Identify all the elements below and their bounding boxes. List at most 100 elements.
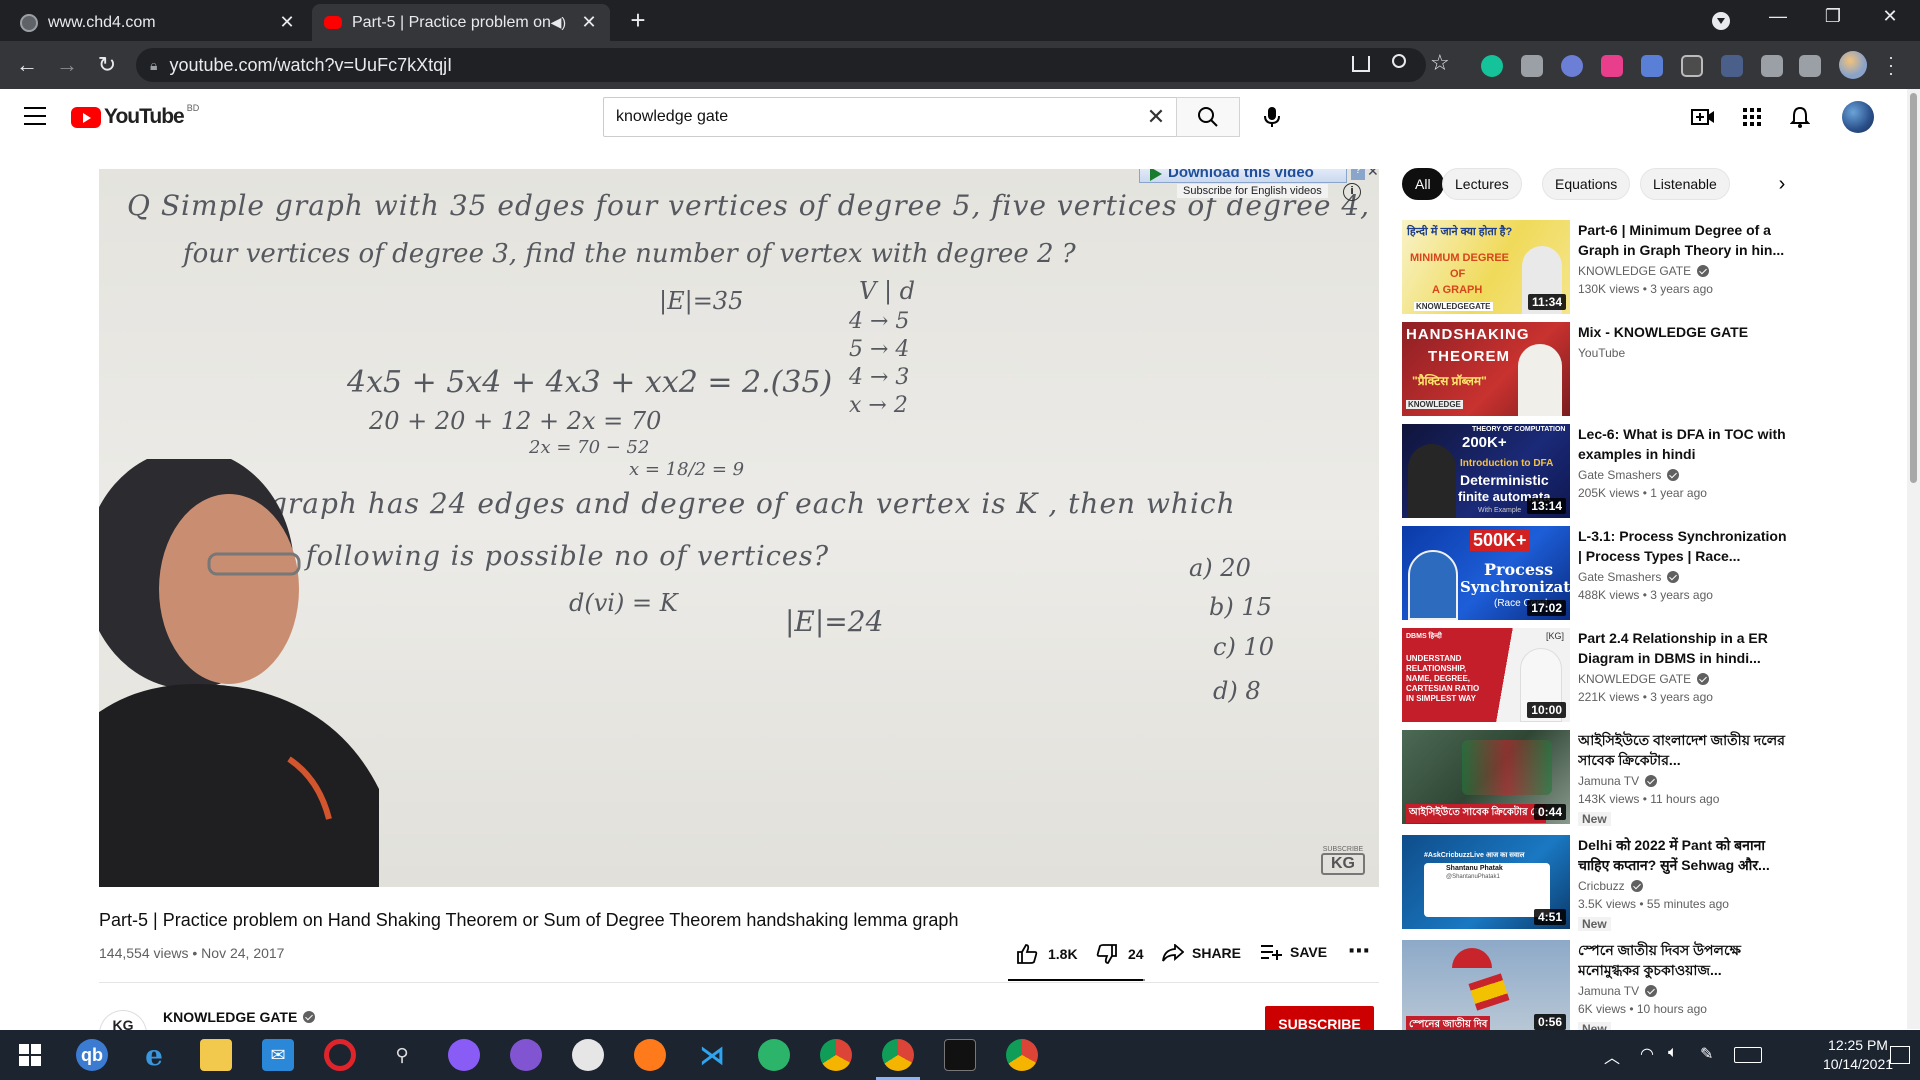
voice-search-button[interactable] [1254, 99, 1290, 135]
recommendation-item[interactable]: DBMS हिन्दी UNDERSTAND RELATIONSHIP, NAM… [1402, 628, 1802, 722]
channel-watermark[interactable]: SUBSCRIBE KG [1321, 846, 1365, 875]
more-actions-button[interactable]: ⋯ [1348, 938, 1370, 964]
opera-icon[interactable] [324, 1039, 356, 1071]
zoom-icon[interactable] [1392, 54, 1406, 68]
camera-extension-icon[interactable] [1521, 55, 1543, 77]
back-button[interactable]: ← [13, 51, 41, 79]
video-thumbnail[interactable]: #AskCricbuzzLive आज का सवाल Shantanu Pha… [1402, 835, 1570, 929]
video-thumbnail[interactable]: THEORY OF COMPUTATION 200K+ Introduction… [1402, 424, 1570, 518]
youtube-logo[interactable]: YouTube BD [71, 103, 199, 129]
messenger-icon[interactable] [448, 1039, 480, 1071]
lock-icon[interactable]: 🔒︎ [150, 57, 157, 74]
search-input[interactable]: knowledge gate [616, 108, 1136, 126]
extension-icon[interactable] [1681, 55, 1703, 77]
extension-icon[interactable] [1561, 55, 1583, 77]
menu-icon[interactable] [24, 107, 46, 125]
new-tab-button[interactable]: + [624, 6, 652, 34]
channel-name[interactable]: Cricbuzz [1578, 879, 1643, 893]
vscode-icon[interactable]: ⋊ [696, 1039, 728, 1071]
chrome-icon[interactable] [882, 1039, 914, 1071]
video-thumbnail[interactable]: DBMS हिन्दी UNDERSTAND RELATIONSHIP, NAM… [1402, 628, 1570, 722]
channel-name[interactable]: Jamuna TV [1578, 984, 1658, 998]
dislike-button[interactable]: 24 [1096, 944, 1144, 964]
pen-extension-icon[interactable] [1721, 55, 1743, 77]
recommendation-item[interactable]: স্পেনের জাতীয় দিব 0:56 স্পেনে জাতীয় দি… [1402, 940, 1802, 1036]
volume-icon[interactable]: 🔈︎ [1668, 1044, 1678, 1062]
create-video-button[interactable] [1689, 103, 1717, 131]
channel-name[interactable]: Gate Smashers [1578, 570, 1680, 584]
close-icon[interactable]: ✕ [278, 12, 296, 33]
firefox-icon[interactable] [634, 1039, 666, 1071]
pen-icon[interactable]: ✎ [1700, 1044, 1713, 1064]
video-title[interactable]: Mix - KNOWLEDGE GATE [1578, 322, 1788, 342]
chip-listenable[interactable]: Listenable [1640, 168, 1730, 200]
recommendation-item[interactable]: हिन्दी में जाने क्या होता है? MINIMUM DE… [1402, 220, 1802, 314]
chevron-right-icon[interactable]: › [1768, 170, 1796, 198]
apps-button[interactable] [1738, 103, 1766, 131]
file-explorer-icon[interactable] [200, 1039, 232, 1071]
video-thumbnail[interactable]: HANDSHAKING THEOREM "प्रैक्टिस प्रॉब्लम"… [1402, 322, 1570, 416]
page-scrollbar[interactable] [1907, 89, 1920, 1029]
speaker-icon[interactable]: ◀) [551, 14, 566, 31]
download-extension-icon[interactable] [1641, 55, 1663, 77]
recommendation-item[interactable]: THEORY OF COMPUTATION 200K+ Introduction… [1402, 424, 1802, 518]
wifi-icon[interactable]: ◠ [1640, 1044, 1654, 1064]
video-title[interactable]: স্পেনে জাতীয় দিবস উপলক্ষে মনোমুগ্ধকর কু… [1578, 940, 1788, 980]
tab-chd4[interactable]: www.chd4.com ✕ [8, 4, 308, 41]
video-player[interactable]: Q Simple graph with 35 edges four vertic… [99, 169, 1379, 887]
bookmark-star-icon[interactable]: ☆ [1430, 50, 1450, 76]
video-title[interactable]: Lec-6: What is DFA in TOC with examples … [1578, 424, 1788, 464]
video-thumbnail[interactable]: স্পেনের জাতীয় দিব 0:56 [1402, 940, 1570, 1034]
restore-button[interactable]: ❐ [1813, 6, 1853, 27]
recommendation-item[interactable]: HANDSHAKING THEOREM "प्रैक्टिस प्रॉब्लम"… [1402, 322, 1802, 416]
chrome-menu-icon[interactable]: · · · [1888, 48, 1894, 82]
notifications-button[interactable] [1786, 103, 1814, 131]
chip-equations[interactable]: Equations [1542, 168, 1631, 200]
mail-icon[interactable]: ✉ [262, 1039, 294, 1071]
notification-center-icon[interactable] [1890, 1046, 1910, 1064]
forward-button[interactable]: → [53, 51, 81, 79]
system-clock[interactable]: 12:25 PM 10/14/2021 [1818, 1036, 1898, 1074]
channel-name[interactable]: YouTube [1578, 346, 1625, 360]
search-button[interactable] [1176, 97, 1240, 137]
info-icon[interactable]: i [1343, 183, 1361, 201]
help-icon[interactable]: ? [1351, 169, 1365, 180]
video-title[interactable]: Part-6 | Minimum Degree of a Graph in Gr… [1578, 220, 1788, 260]
recommendation-item[interactable]: #AskCricbuzzLive आज का सवाल Shantanu Pha… [1402, 835, 1802, 931]
keyboard-icon[interactable] [1734, 1047, 1762, 1063]
clear-search-icon[interactable]: ✕ [1136, 104, 1176, 130]
close-overlay-icon[interactable]: ✕ [1367, 169, 1379, 180]
recommendation-item[interactable]: 500K+ Process Synchronization (Race Cond… [1402, 526, 1802, 620]
play-extension-icon[interactable] [1601, 55, 1623, 77]
tab-search-icon[interactable] [1712, 12, 1730, 30]
user-avatar[interactable] [1842, 101, 1874, 133]
channel-name[interactable]: Jamuna TV [1578, 774, 1658, 788]
download-video-button[interactable]: Download this video [1139, 169, 1347, 183]
edge-icon[interactable]: e [138, 1039, 170, 1072]
tab-youtube[interactable]: Part-5 | Practice problem on ◀) ✕ [312, 4, 610, 41]
recommendation-item[interactable]: আইসিইউতে সাবেক ক্রিকেটার মো 0:44 আইসিইউত… [1402, 730, 1802, 826]
qbittorrent-icon[interactable]: qb [76, 1039, 108, 1071]
scrollbar-thumb[interactable] [1910, 93, 1917, 483]
install-icon[interactable] [1352, 56, 1370, 72]
video-thumbnail[interactable]: আইসিইউতে সাবেক ক্রিকেটার মো 0:44 [1402, 730, 1570, 824]
paint-icon[interactable] [572, 1039, 604, 1071]
channel-name[interactable]: KNOWLEDGE GATE [1578, 264, 1710, 278]
chrome-icon[interactable] [1006, 1039, 1038, 1071]
video-thumbnail[interactable]: हिन्दी में जाने क्या होता है? MINIMUM DE… [1402, 220, 1570, 314]
video-title[interactable]: Delhi को 2022 में Pant को बनाना चाहिए कप… [1578, 835, 1788, 875]
address-bar[interactable]: 🔒︎ youtube.com/watch?v=UuFc7kXtqjI [136, 48, 1426, 82]
channel-name[interactable]: KNOWLEDGE GATE [1578, 672, 1710, 686]
video-title[interactable]: Part 2.4 Relationship in a ER Diagram in… [1578, 628, 1788, 668]
tray-chevron-icon[interactable]: ︿ [1604, 1044, 1620, 1068]
reading-list-icon[interactable] [1799, 55, 1821, 77]
chip-lectures[interactable]: Lectures [1442, 168, 1522, 200]
like-button[interactable]: 1.8K [1016, 944, 1078, 964]
channel-name-link[interactable]: KNOWLEDGE GATE [163, 1009, 316, 1025]
chrome-icon[interactable] [820, 1039, 852, 1071]
share-button[interactable]: SHARE [1162, 944, 1241, 962]
profile-avatar[interactable] [1839, 51, 1867, 79]
video-title[interactable]: আইসিইউতে বাংলাদেশ জাতীয় দলের সাবেক ক্রি… [1578, 730, 1788, 770]
search-box[interactable]: knowledge gate ✕ [603, 97, 1177, 137]
github-icon[interactable] [510, 1039, 542, 1071]
